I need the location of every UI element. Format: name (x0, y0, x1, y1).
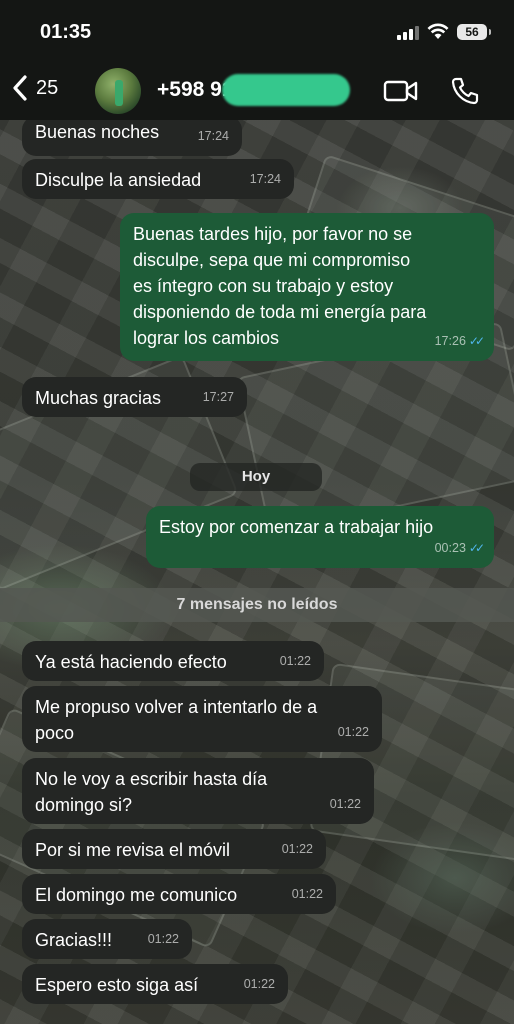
status-time: 01:35 (40, 21, 92, 43)
chat-header: 25 +598 91 2 (0, 62, 514, 120)
message-incoming[interactable]: Disculpe la ansiedad 17:24 (22, 159, 294, 199)
message-line: No le voy a escribir hasta día (35, 769, 268, 789)
message-line: disponiendo de toda mi energía para (133, 302, 427, 322)
unread-chats-count: 25 (36, 76, 59, 99)
message-incoming[interactable]: Buenas noches 17:24 (22, 116, 242, 156)
message-incoming[interactable]: No le voy a escribir hasta día domingo s… (22, 758, 374, 824)
message-time: 00:23 ✓✓ (434, 535, 485, 561)
message-time: 01:22 (281, 842, 313, 856)
message-time-text: 17:26 (434, 334, 466, 348)
message-incoming[interactable]: Espero esto siga así 01:22 (22, 964, 288, 1004)
message-incoming[interactable]: Por si me revisa el móvil 01:22 (22, 829, 326, 869)
message-time: 01:22 (279, 654, 311, 668)
message-time-text: 00:23 (434, 541, 466, 555)
message-time: 01:22 (291, 887, 323, 901)
wifi-icon (427, 23, 449, 39)
message-incoming[interactable]: Ya está haciendo efecto 01:22 (22, 641, 324, 681)
status-bar: 01:35 56 (0, 0, 514, 62)
cellular-signal-icon (397, 26, 419, 40)
back-chevron-icon (13, 75, 27, 101)
message-outgoing[interactable]: Buenas tardes hijo, por favor no se disc… (120, 213, 494, 361)
unread-messages-banner: 7 mensajes no leídos (0, 588, 514, 622)
message-time: 01:22 (147, 932, 179, 946)
message-text: Estoy por comenzar a trabajar hijo (159, 517, 434, 537)
message-time: 17:26 ✓✓ (434, 328, 485, 354)
video-camera-icon[interactable] (383, 78, 419, 104)
message-line: domingo si? (35, 795, 133, 815)
message-line: poco (35, 723, 75, 743)
read-ticks-icon: ✓✓ (468, 541, 485, 555)
message-time: 17:24 (249, 172, 281, 186)
message-text: Por si me revisa el móvil (35, 840, 231, 860)
message-line: Buenas tardes hijo, por favor no se (133, 224, 413, 244)
message-line: disculpe, sepa que mi compromiso (133, 250, 411, 270)
message-incoming[interactable]: Me propuso volver a intentarlo de a poco… (22, 686, 382, 752)
back-button[interactable]: 25 (10, 72, 58, 104)
message-outgoing[interactable]: Estoy por comenzar a trabajar hijo 00:23… (146, 506, 494, 568)
message-line: Me propuso volver a intentarlo de a (35, 697, 318, 717)
read-ticks-icon: ✓✓ (468, 334, 485, 348)
message-time: 01:22 (329, 797, 361, 811)
phone-icon[interactable] (450, 76, 480, 106)
message-line: lograr los cambios (133, 328, 280, 348)
day-separator: Hoy (190, 463, 322, 491)
message-text: Espero esto siga así (35, 975, 199, 995)
message-incoming[interactable]: El domingo me comunico 01:22 (22, 874, 336, 914)
contact-avatar[interactable] (95, 68, 141, 114)
redaction-mark (222, 74, 350, 106)
message-text: Disculpe la ansiedad (35, 170, 202, 190)
message-time: 17:27 (202, 390, 234, 404)
message-time: 17:24 (197, 129, 229, 143)
message-incoming[interactable]: Muchas gracias 17:27 (22, 377, 247, 417)
message-text: Muchas gracias (35, 388, 162, 408)
message-text: Gracias!!! (35, 930, 113, 950)
message-line: es íntegro con su trabajo y estoy (133, 276, 394, 296)
message-text: El domingo me comunico (35, 885, 238, 905)
message-time: 01:22 (243, 977, 275, 991)
message-text: Ya está haciendo efecto (35, 652, 227, 672)
message-time: 01:22 (337, 725, 369, 739)
message-text: Buenas noches (35, 122, 160, 142)
battery-indicator: 56 (457, 24, 491, 40)
message-incoming[interactable]: Gracias!!! 01:22 (22, 919, 192, 959)
